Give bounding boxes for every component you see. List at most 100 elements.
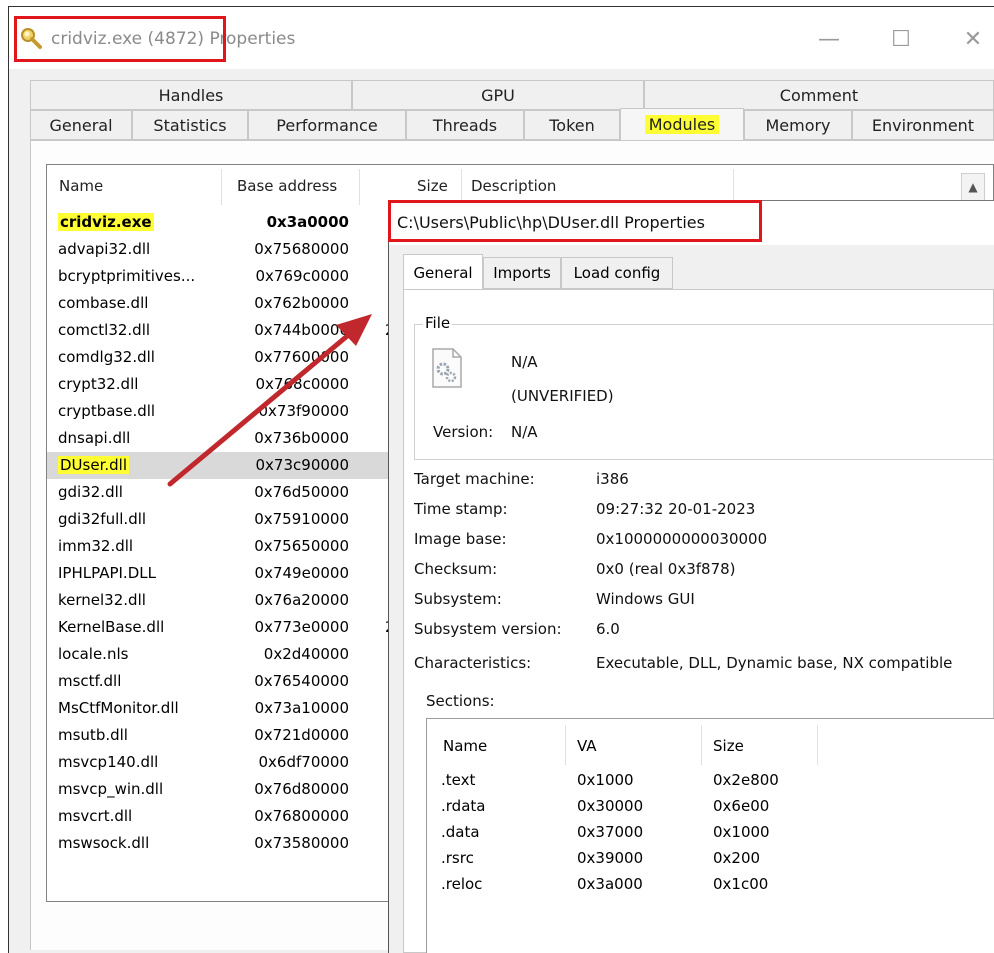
section-va: 0x30000 bbox=[577, 797, 644, 815]
table-row[interactable]: locale.nls 0x2d40000 bbox=[47, 641, 407, 668]
table-row[interactable]: bcryptprimitives... 0x769c0000 bbox=[47, 263, 407, 290]
table-row[interactable]: crypt32.dll 0x768c0000 bbox=[47, 371, 407, 398]
table-row[interactable]: cryptbase.dll 0x73f90000 bbox=[47, 398, 407, 425]
module-base-address: 0x6df70000 bbox=[258, 753, 349, 771]
table-row[interactable]: comdlg32.dll 0x77600000 bbox=[47, 344, 407, 371]
table-row[interactable]: kernel32.dll 0x76a20000 bbox=[47, 587, 407, 614]
module-name: msvcp_win.dll bbox=[58, 780, 164, 798]
section-name: .rdata bbox=[441, 797, 486, 815]
table-row[interactable]: mswsock.dll 0x73580000 bbox=[47, 830, 407, 857]
screenshot: cridviz.exe (4872) Properties — ☐ ✕ Hand… bbox=[0, 0, 994, 953]
module-name: msvcrt.dll bbox=[58, 807, 133, 825]
section-name-header[interactable]: Name bbox=[443, 737, 487, 755]
column-separator bbox=[701, 725, 702, 765]
table-row-selected[interactable]: DUser.dll 0x73c90000 bbox=[47, 452, 407, 479]
tab-performance[interactable]: Performance bbox=[248, 110, 406, 140]
maximize-button[interactable]: ☐ bbox=[881, 21, 921, 57]
version-label: Version: bbox=[433, 423, 494, 441]
module-base-address: 0x773e0000 bbox=[254, 618, 349, 636]
table-row[interactable]: msvcp140.dll 0x6df70000 bbox=[47, 749, 407, 776]
tab-statistics[interactable]: Statistics bbox=[132, 110, 248, 140]
table-row[interactable]: comctl32.dll 0x744b0000 2 bbox=[47, 317, 407, 344]
dll-tab-load-config[interactable]: Load config bbox=[561, 257, 673, 289]
table-row[interactable]: imm32.dll 0x75650000 bbox=[47, 533, 407, 560]
table-row[interactable]: msvcrt.dll 0x76800000 bbox=[47, 803, 407, 830]
close-button[interactable]: ✕ bbox=[953, 21, 993, 57]
section-size: 0x2e800 bbox=[713, 771, 779, 789]
table-row[interactable]: msctf.dll 0x76540000 bbox=[47, 668, 407, 695]
characteristics-label: Characteristics: bbox=[414, 654, 532, 672]
target-machine-value: i386 bbox=[596, 470, 629, 488]
module-name: imm32.dll bbox=[58, 537, 134, 555]
table-row[interactable]: advapi32.dll 0x75680000 bbox=[47, 236, 407, 263]
table-row[interactable]: .text 0x1000 0x2e800 bbox=[427, 767, 994, 793]
module-name: msvcp140.dll bbox=[58, 753, 159, 771]
column-name-header[interactable]: Name bbox=[59, 177, 103, 195]
column-separator bbox=[221, 169, 222, 205]
module-name: msctf.dll bbox=[58, 672, 122, 690]
tab-handles[interactable]: Handles bbox=[30, 80, 352, 110]
tab-environment[interactable]: Environment bbox=[852, 110, 994, 140]
dll-tab-imports[interactable]: Imports bbox=[483, 257, 561, 289]
module-name: crypt32.dll bbox=[58, 375, 139, 393]
table-row[interactable]: KernelBase.dll 0x773e0000 2 bbox=[47, 614, 407, 641]
dll-tab-general[interactable]: General bbox=[403, 254, 483, 290]
tab-general[interactable]: General bbox=[30, 110, 132, 140]
module-name: comdlg32.dll bbox=[58, 348, 155, 366]
module-name: KernelBase.dll bbox=[58, 618, 165, 636]
tab-modules[interactable]: Modules bbox=[620, 108, 744, 140]
module-base-address: 0x769c0000 bbox=[255, 267, 349, 285]
table-row[interactable]: gdi32full.dll 0x75910000 bbox=[47, 506, 407, 533]
table-row[interactable]: msutb.dll 0x721d0000 bbox=[47, 722, 407, 749]
module-base-address: 0x768c0000 bbox=[255, 375, 349, 393]
section-size: 0x6e00 bbox=[713, 797, 770, 815]
module-name: gdi32full.dll bbox=[58, 510, 147, 528]
column-base-address-header[interactable]: Base address bbox=[237, 177, 337, 195]
tab-comment[interactable]: Comment bbox=[644, 80, 994, 110]
file-group: File N/A (UNVERIFIED) Version: N/A bbox=[414, 314, 994, 460]
subsystem-version-value: 6.0 bbox=[596, 620, 620, 638]
time-stamp-label: Time stamp: bbox=[414, 500, 508, 518]
table-row[interactable]: dnsapi.dll 0x736b0000 bbox=[47, 425, 407, 452]
scroll-up-button[interactable]: ▲ bbox=[961, 173, 985, 201]
checksum-label: Checksum: bbox=[414, 560, 498, 578]
tab-token[interactable]: Token bbox=[524, 110, 620, 140]
minimize-button[interactable]: — bbox=[809, 21, 849, 57]
table-row[interactable]: .rsrc 0x39000 0x200 bbox=[427, 845, 994, 871]
section-va: 0x37000 bbox=[577, 823, 644, 841]
module-name: advapi32.dll bbox=[58, 240, 151, 258]
tab-threads[interactable]: Threads bbox=[406, 110, 524, 140]
tab-gpu[interactable]: GPU bbox=[352, 80, 644, 110]
table-row[interactable]: MsCtfMonitor.dll 0x73a10000 bbox=[47, 695, 407, 722]
module-base-address: 0x76d50000 bbox=[254, 483, 349, 501]
table-row[interactable]: .rdata 0x30000 0x6e00 bbox=[427, 793, 994, 819]
column-description-header[interactable]: Description bbox=[471, 177, 556, 195]
sections-table[interactable]: Name VA Size .text 0x1000 0x2e800 .rdata… bbox=[426, 718, 994, 953]
checksum-value: 0x0 (real 0x3f878) bbox=[596, 560, 736, 578]
section-name: .rsrc bbox=[441, 849, 474, 867]
table-row[interactable]: IPHLPAPI.DLL 0x749e0000 bbox=[47, 560, 407, 587]
table-row[interactable]: cridviz.exe 0x3a0000 bbox=[47, 209, 407, 236]
module-name: msutb.dll bbox=[58, 726, 128, 744]
section-va-header[interactable]: VA bbox=[577, 737, 597, 755]
section-va: 0x1000 bbox=[577, 771, 634, 789]
subsystem-value: Windows GUI bbox=[596, 590, 695, 608]
tab-row-bottom: General Statistics Performance Threads T… bbox=[30, 108, 994, 140]
section-size-header[interactable]: Size bbox=[713, 737, 744, 755]
column-size-header[interactable]: Size bbox=[417, 177, 448, 195]
module-base-address: 0x73f90000 bbox=[258, 402, 349, 420]
table-row[interactable]: combase.dll 0x762b0000 bbox=[47, 290, 407, 317]
file-name: N/A bbox=[511, 353, 538, 371]
module-base-address: 0x73580000 bbox=[254, 834, 349, 852]
table-row[interactable]: .reloc 0x3a000 0x1c00 bbox=[427, 871, 994, 897]
section-name: .data bbox=[441, 823, 480, 841]
module-name: DUser.dll bbox=[58, 456, 129, 474]
table-row[interactable]: msvcp_win.dll 0x76d80000 bbox=[47, 776, 407, 803]
file-group-label: File bbox=[423, 314, 453, 332]
tab-memory[interactable]: Memory bbox=[744, 110, 852, 140]
table-row[interactable]: gdi32.dll 0x76d50000 bbox=[47, 479, 407, 506]
table-row[interactable]: .data 0x37000 0x1000 bbox=[427, 819, 994, 845]
module-base-address: 0x76540000 bbox=[254, 672, 349, 690]
module-name: bcryptprimitives... bbox=[58, 267, 196, 285]
file-gears-icon bbox=[432, 348, 462, 388]
